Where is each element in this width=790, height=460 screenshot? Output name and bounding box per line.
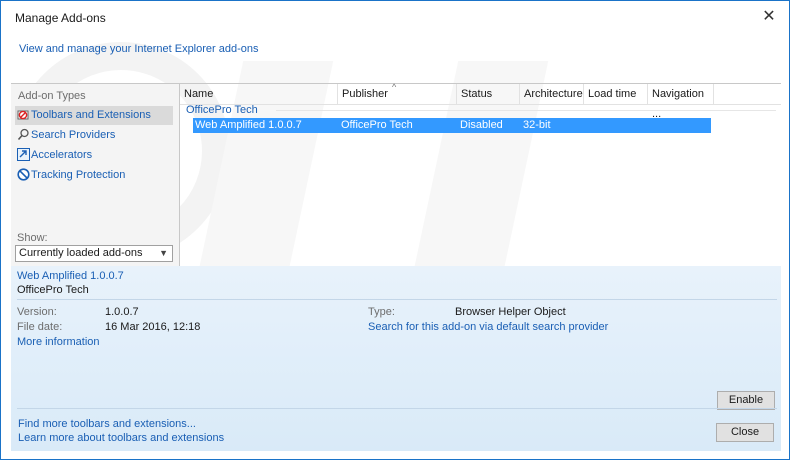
show-label: Show: xyxy=(17,232,48,244)
divider xyxy=(17,408,777,409)
cell-status: Disabled xyxy=(460,119,503,131)
sidebar-item-toolbars-extensions[interactable]: Toolbars and Extensions xyxy=(15,106,173,125)
sidebar-item-label: Toolbars and Extensions xyxy=(31,109,151,121)
search-addon-link[interactable]: Search for this add-on via default searc… xyxy=(368,321,608,333)
cell-publisher: OfficePro Tech xyxy=(341,119,413,131)
sidebar-item-label: Tracking Protection xyxy=(31,169,126,181)
search-icon xyxy=(17,128,29,141)
manage-addons-window: Manage Add-ons ✕ View and manage your In… xyxy=(0,0,790,460)
addon-publisher: OfficePro Tech xyxy=(17,284,89,296)
find-more-link[interactable]: Find more toolbars and extensions... xyxy=(18,418,196,430)
window-title: Manage Add-ons xyxy=(15,11,106,25)
column-header-publisher[interactable]: Publisher xyxy=(338,84,457,104)
sidebar-item-tracking-protection[interactable]: Tracking Protection xyxy=(15,166,173,185)
file-date-label: File date: xyxy=(17,321,63,333)
table-row[interactable]: Web Amplified 1.0.0.7 OfficePro Tech Dis… xyxy=(193,118,711,133)
column-header-navigation[interactable]: Navigation ... xyxy=(648,84,714,120)
addons-list: Name Publisher ^ Status Architecture Loa… xyxy=(180,82,781,266)
details-pane: Web Amplified 1.0.0.7 OfficePro Tech Ver… xyxy=(11,266,781,451)
column-header-architecture[interactable]: Architecture xyxy=(520,84,584,104)
learn-more-link[interactable]: Learn more about toolbars and extensions xyxy=(18,432,224,444)
sidebar-item-label: Accelerators xyxy=(31,149,93,161)
group-header: OfficePro Tech xyxy=(186,104,258,116)
version-label: Version: xyxy=(17,306,57,318)
type-value: Browser Helper Object xyxy=(455,306,566,318)
addon-types-panel: Add-on Types Toolbars and Extensions Sea… xyxy=(11,84,180,266)
sidebar-item-label: Search Providers xyxy=(31,129,116,141)
chevron-down-icon: ▼ xyxy=(159,248,168,258)
sidebar-item-search-providers[interactable]: Search Providers xyxy=(15,126,173,145)
sidebar-item-accelerators[interactable]: Accelerators xyxy=(15,146,173,165)
file-date-value: 16 Mar 2016, 12:18 xyxy=(105,321,201,333)
column-header-name[interactable]: Name xyxy=(180,84,338,104)
more-information-link[interactable]: More information xyxy=(17,336,100,348)
group-divider xyxy=(276,110,776,111)
close-icon[interactable]: ✕ xyxy=(755,5,783,29)
accelerators-icon xyxy=(17,148,30,161)
divider xyxy=(17,299,777,300)
addon-types-title: Add-on Types xyxy=(18,90,86,102)
title-bar: Manage Add-ons ✕ xyxy=(1,1,789,31)
column-header-status[interactable]: Status xyxy=(457,84,520,104)
toolbars-extensions-icon xyxy=(17,110,29,120)
addon-name: Web Amplified 1.0.0.7 xyxy=(17,270,124,282)
column-header-load-time[interactable]: Load time xyxy=(584,84,648,104)
show-dropdown-value: Currently loaded add-ons xyxy=(19,247,143,259)
list-header: Name Publisher ^ Status Architecture Loa… xyxy=(180,82,781,120)
type-label: Type: xyxy=(368,306,395,318)
cell-architecture: 32-bit xyxy=(523,119,551,131)
sort-ascending-icon: ^ xyxy=(392,82,397,92)
window-subtitle: View and manage your Internet Explorer a… xyxy=(19,43,259,55)
cell-name: Web Amplified 1.0.0.7 xyxy=(195,119,302,131)
show-dropdown[interactable]: Currently loaded add-ons ▼ xyxy=(15,245,173,262)
close-button[interactable]: Close xyxy=(716,423,774,442)
version-value: 1.0.0.7 xyxy=(105,306,139,318)
tracking-protection-icon xyxy=(17,168,30,181)
